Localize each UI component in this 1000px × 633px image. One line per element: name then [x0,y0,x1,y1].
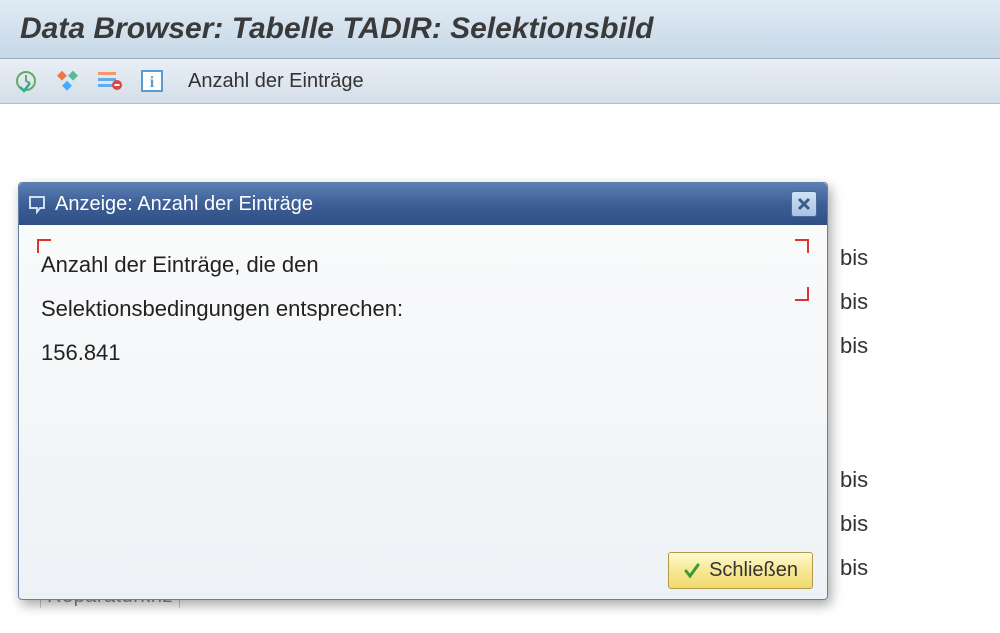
range-to-row: bis [830,502,1000,546]
focus-bracket-icon [37,239,51,253]
focus-bracket-icon [795,287,809,301]
dialog-footer: Schließen [19,542,827,599]
variants-icon[interactable] [54,67,82,95]
dialog-body: Anzahl der Einträge, die den Selektionsb… [19,225,827,542]
bis-column: bis bis bis bis bis bis [830,160,1000,590]
count-dialog: Anzeige: Anzahl der Einträge Anzahl der … [18,182,828,600]
close-button[interactable]: Schließen [668,552,813,589]
dialog-close-button[interactable] [791,191,817,217]
svg-text:i: i [150,74,155,91]
close-button-label: Schließen [709,559,798,582]
range-to-row: bis [830,236,1000,280]
dialog-message-line: Anzahl der Einträge, die den [41,243,805,287]
dialog-count-value: 156.841 [41,331,805,375]
dialog-title: Anzeige: Anzahl der Einträge [55,193,313,216]
range-to-row: bis [830,280,1000,324]
bis-label: bis [840,467,900,493]
toolbar: i Anzahl der Einträge [0,59,1000,104]
range-to-row: bis [830,458,1000,502]
execute-icon[interactable] [12,67,40,95]
bis-label: bis [840,289,900,315]
dialog-titlebar[interactable]: Anzeige: Anzahl der Einträge [19,183,827,225]
page-title: Data Browser: Tabelle TADIR: Selektionsb… [0,0,1000,59]
range-to-row: bis [830,546,1000,590]
info-icon[interactable]: i [138,67,166,95]
dialog-icon [27,194,47,214]
dialog-message-line: Selektionsbedingungen entsprechen: [41,287,805,331]
focus-bracket-icon [795,239,809,253]
close-icon [797,197,811,211]
title-text: Data Browser: Tabelle TADIR: Selektionsb… [20,12,653,45]
check-icon [683,562,701,580]
bis-label: bis [840,511,900,537]
entries-count-button[interactable]: Anzahl der Einträge [188,70,364,93]
settings-list-icon[interactable] [96,67,124,95]
bis-label: bis [840,333,900,359]
range-to-row: bis [830,324,1000,368]
bis-label: bis [840,555,900,581]
bis-label: bis [840,245,900,271]
